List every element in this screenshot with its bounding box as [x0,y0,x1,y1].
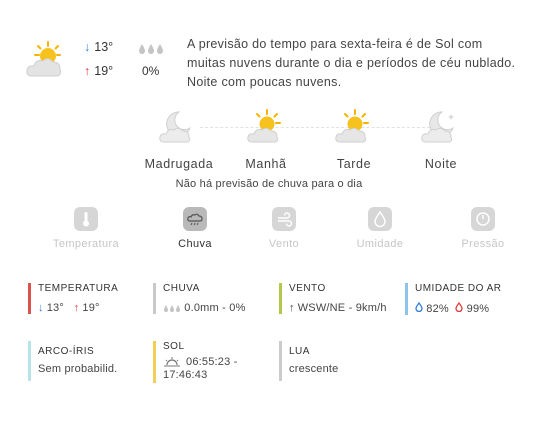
tab-label: Temperatura [52,238,120,250]
stat-humidity: UMIDADE DO AR 82% 99% [405,283,502,315]
rain-probability: 0% [142,64,160,78]
temp-max-value: 19° [82,302,100,314]
tab-label: Vento [268,238,300,250]
rain-value: 0.0mm - 0% [184,302,246,314]
drop-icon [368,207,392,231]
stat-value: 82% 99% [415,301,502,315]
stat-value: 0.0mm - 0% [163,302,246,314]
rain-drops-icon [139,44,163,54]
period-label-manha: Manhã [245,157,287,171]
humidity-min-value: 82% [426,303,449,315]
stat-value: crescente [289,363,339,375]
sun-cloud-icon [335,109,369,143]
moon-cloud-icon [159,111,191,143]
temp-min-value: 13° [94,40,114,54]
wind-value: WSW/NE - 9km/h [297,302,387,314]
stat-wind: VENTO ↑ WSW/NE - 9km/h [279,283,387,314]
no-rain-message: Não há previsão de chuva para o dia [175,178,363,190]
arrow-down-icon: ↓ [84,40,91,54]
wind-icon [272,207,296,231]
stat-value: ↑ WSW/NE - 9km/h [289,302,387,314]
period-label-madrugada: Madrugada [144,157,214,171]
stat-rain: CHUVA 0.0mm - 0% [153,283,246,314]
arrow-up-icon: ↑ [84,64,91,78]
stat-title: UMIDADE DO AR [415,283,502,294]
stat-title: CHUVA [163,283,200,294]
humidity-max-value: 99% [466,303,490,315]
temp-max-value: 19° [94,64,114,78]
thermometer-icon [74,207,98,231]
tab-umidade[interactable]: Umidade [340,207,420,250]
stat-sun: SOL 06:55:23 - 17:46:43 [153,341,263,383]
moon-cloud-icon [421,111,454,143]
stat-title: ARCO-ÍRIS [38,346,95,357]
period-divider [200,127,430,128]
stat-rainbow: ARCO-ÍRIS Sem probabilid. [28,341,117,381]
stat-title: TEMPERATURA [38,283,119,294]
sun-cloud-icon [247,109,281,143]
drop-min-icon [415,301,423,313]
period-label-noite: Noite [424,157,458,171]
arrow-down-icon: ↓ [38,302,44,314]
temp-min-value: 13° [46,302,64,314]
tab-chuva[interactable]: Chuva [155,207,235,250]
stat-title: VENTO [289,283,326,294]
tab-vento[interactable]: Vento [244,207,324,250]
stat-value: Sem probabilid. [38,363,118,375]
period-label-tarde: Tarde [336,157,372,171]
sunrise-icon [164,357,180,367]
tab-label: Chuva [178,238,212,250]
stat-moon: LUA crescente [279,341,339,381]
stat-title: SOL [163,341,185,352]
forecast-description: A previsão do tempo para sexta-feira é d… [187,37,516,89]
drop-max-icon [455,301,464,313]
stat-title: LUA [289,346,310,357]
rain-drops-icon [164,304,180,312]
gauge-icon [471,207,495,231]
wind-direction-icon: ↑ [289,302,295,314]
tab-label: Pressão [461,238,505,250]
temp-max: ↑ 19° [84,64,113,78]
tab-pressao[interactable]: Pressão [443,207,523,250]
tab-temperatura[interactable]: Temperatura [46,207,126,250]
arrow-up-icon: ↑ [73,302,80,314]
tab-label: Umidade [356,238,404,250]
temp-min: ↓ 13° [84,40,113,54]
stat-value: ↓ 13° ↑ 19° [38,302,118,314]
sun-behind-cloud-icon [26,41,61,77]
rain-cloud-icon [183,207,207,231]
stat-temperature: TEMPERATURA ↓ 13° ↑ 19° [28,283,118,314]
stat-value: 06:55:23 - 17:46:43 [163,356,263,382]
